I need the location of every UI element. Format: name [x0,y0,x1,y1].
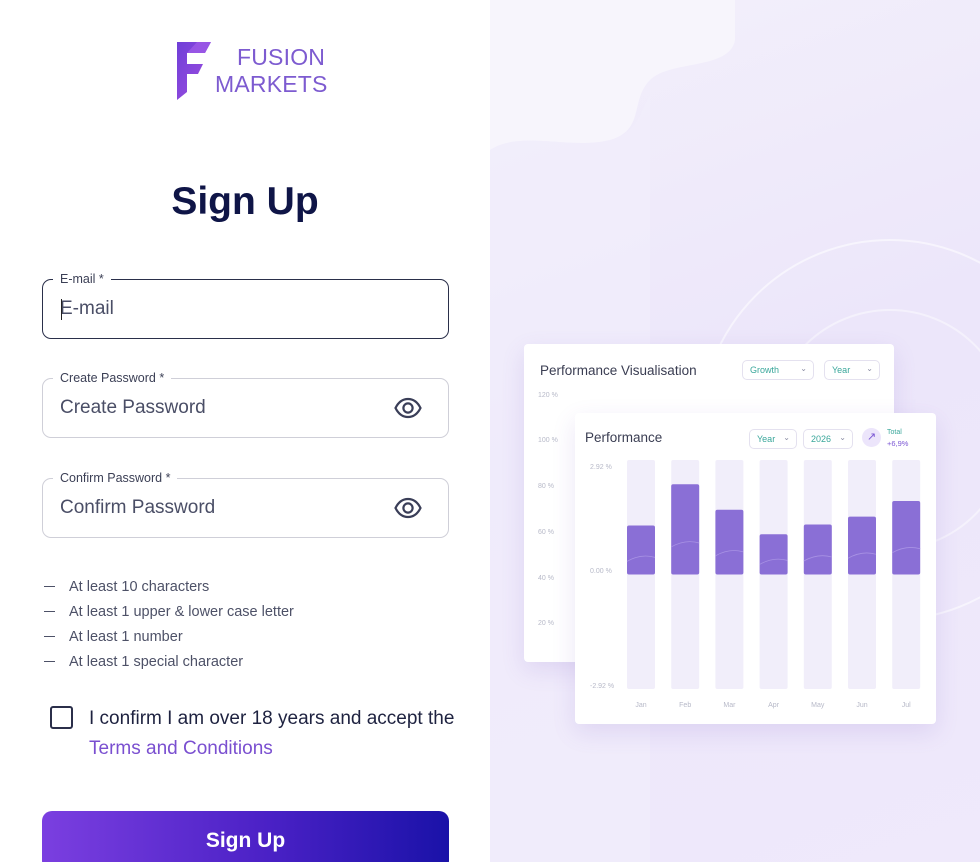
x-tick-label: Jun [856,702,867,709]
bar-jan [627,525,655,575]
email-field[interactable]: E-mail * [42,271,449,339]
password-rule: At least 1 upper & lower case letter [44,599,294,624]
dash-icon [44,635,55,638]
password-rule: At least 1 special character [44,649,294,674]
fusion-f-logo-icon [177,42,211,100]
password-rule: At least 10 characters [44,574,294,599]
brand-line-2: MARKETS [215,71,328,97]
x-tick-label: Apr [768,702,780,709]
confirm-password-input[interactable] [60,479,390,537]
sign-up-button[interactable]: Sign Up [42,811,449,862]
brand-logo[interactable]: FUSION MARKETS [175,40,328,102]
text-cursor [61,299,62,320]
page-title: Sign Up [171,180,319,223]
password-rule-text: At least 1 special character [69,653,244,670]
x-tick-label: Jul [902,702,911,709]
bar-feb [671,484,700,575]
year-dropdown[interactable]: Year ⌄ [824,360,880,380]
x-tick-label: Jan [635,702,646,709]
promo-panel: Performance Visualisation Growth ⌄ Year ⌄ … [490,0,980,862]
brand-name: FUSION MARKETS [215,44,328,98]
bar-apr [759,534,788,575]
password-requirements: At least 10 characters At least 1 upper … [44,574,294,674]
bar-may [803,524,832,575]
create-password-input[interactable] [60,379,390,437]
x-tick-label: May [811,702,825,709]
y-tick: 80 % [538,483,554,490]
email-input[interactable] [60,280,390,338]
chevron-down-icon: ⌄ [800,364,807,373]
consent-statement: I confirm I am over 18 years and accept … [89,708,455,729]
signup-panel: FUSION MARKETS Sign Up E-mail * Create P… [0,0,490,862]
dropdown-value: Year [832,365,851,375]
performance-card: Performance Year ⌄ 2026 ⌄ ↗ Total +6,9% 2.… [575,413,936,724]
password-rule-text: At least 10 characters [69,578,210,595]
dropdown-value: Growth [750,365,780,375]
create-password-field[interactable]: Create Password * [42,370,449,438]
eye-icon[interactable] [394,396,422,420]
x-tick-label: Mar [723,702,736,709]
consent-text: I confirm I am over 18 years and accept … [89,704,459,764]
card-title: Performance Visualisation [540,363,697,378]
performance-bar-chart: Jan Feb Mar Apr May Jun Jul [626,460,921,709]
y-tick: 40 % [538,575,554,582]
chevron-down-icon: ⌄ [866,364,873,373]
y-tick: 20 % [538,620,554,627]
eye-icon[interactable] [394,496,422,520]
password-rule: At least 1 number [44,624,294,649]
password-rule-text: At least 1 upper & lower case letter [69,603,294,620]
x-tick-label: Feb [679,702,691,709]
y-tick: 120 % [538,392,558,399]
confirm-password-field[interactable]: Confirm Password * [42,470,449,538]
bar-jul [892,500,921,575]
password-rule-text: At least 1 number [69,628,183,645]
dash-icon [44,585,55,588]
growth-dropdown[interactable]: Growth ⌄ [742,360,814,380]
bar-mar [715,509,744,575]
dash-icon [44,610,55,613]
dash-icon [44,660,55,663]
y-tick: 60 % [538,529,554,536]
brand-line-1: FUSION [237,44,326,70]
y-tick: 100 % [538,437,558,444]
bar-jun [848,516,876,575]
terms-link[interactable]: Terms and Conditions [89,738,273,759]
age-terms-checkbox[interactable] [50,706,73,729]
